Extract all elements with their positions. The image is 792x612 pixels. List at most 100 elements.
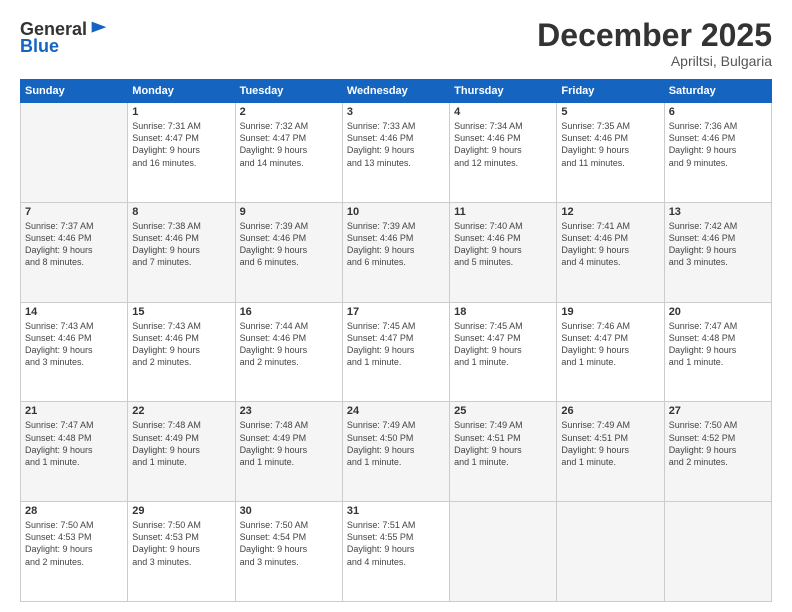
calendar-row: 28 Sunrise: 7:50 AM Sunset: 4:53 PM Dayli…: [21, 502, 772, 602]
day-info: Sunrise: 7:48 AM Sunset: 4:49 PM Dayligh…: [132, 419, 230, 468]
table-cell: 25Sunrise: 7:49 AM Sunset: 4:51 PM Dayli…: [450, 402, 557, 502]
day-number: 26: [561, 405, 659, 417]
table-cell: 31Sunrise: 7:51 AM Sunset: 4:55 PM Dayli…: [342, 502, 449, 602]
day-number: 16: [240, 306, 338, 318]
day-number: 7: [25, 206, 123, 218]
col-friday: Friday: [557, 80, 664, 103]
header-row: Sunday Monday Tuesday Wednesday Thursday…: [21, 80, 772, 103]
day-info: Sunrise: 7:31 AM Sunset: 4:47 PM Dayligh…: [132, 120, 230, 169]
table-cell: 11 Sunrise: 7:40 AM Sunset: 4:46 PM Dayli…: [450, 202, 557, 302]
table-cell: 17 Sunrise: 7:45 AM Sunset: 4:47 PM Dayli…: [342, 302, 449, 402]
month-title: December 2025: [537, 18, 772, 53]
table-cell: 26 Sunrise: 7:49 AM Sunset: 4:51 PM Dayli…: [557, 402, 664, 502]
table-cell: 12 Sunrise: 7:41 AM Sunset: 4:46 PM Dayli…: [557, 202, 664, 302]
logo-blue: Blue: [20, 36, 59, 57]
day-number: 23: [240, 405, 338, 417]
day-number: 22: [132, 405, 230, 417]
table-cell: 8 Sunrise: 7:38 AM Sunset: 4:46 PM Daylig…: [128, 202, 235, 302]
title-block: December 2025 Apriltsi, Bulgaria: [537, 18, 772, 69]
day-info: Sunrise: 7:48 AM Sunset: 4:49 PM Dayligh…: [240, 419, 338, 468]
day-info: Sunrise: 7:39 AM Sunset: 4:46 PM Dayligh…: [347, 220, 445, 269]
day-number: 8: [132, 206, 230, 218]
day-info: Sunrise: 7:50 AM Sunset: 4:53 PM Dayligh…: [132, 519, 230, 568]
table-cell: [664, 502, 771, 602]
day-number: 18: [454, 306, 552, 318]
day-info: Sunrise: 7:36 AM Sunset: 4:46 PM Dayligh…: [669, 120, 767, 169]
table-cell: 6 Sunrise: 7:36 AM Sunset: 4:46 PM Daylig…: [664, 103, 771, 203]
logo: General Blue: [20, 18, 111, 57]
table-cell: 2 Sunrise: 7:32 AM Sunset: 4:47 PM Daylig…: [235, 103, 342, 203]
day-info: Sunrise: 7:33 AM Sunset: 4:46 PM Dayligh…: [347, 120, 445, 169]
day-info: Sunrise: 7:37 AM Sunset: 4:46 PM Dayligh…: [25, 220, 123, 269]
day-number: 17: [347, 306, 445, 318]
day-info: Sunrise: 7:50 AM Sunset: 4:54 PM Dayligh…: [240, 519, 338, 568]
day-number: 3: [347, 106, 445, 118]
calendar-table: Sunday Monday Tuesday Wednesday Thursday…: [20, 79, 772, 602]
day-number: 30: [240, 505, 338, 517]
day-number: 12: [561, 206, 659, 218]
day-info: Sunrise: 7:44 AM Sunset: 4:46 PM Dayligh…: [240, 320, 338, 369]
day-info: Sunrise: 7:42 AM Sunset: 4:46 PM Dayligh…: [669, 220, 767, 269]
day-info: Sunrise: 7:39 AM Sunset: 4:46 PM Dayligh…: [240, 220, 338, 269]
day-number: 20: [669, 306, 767, 318]
day-number: 29: [132, 505, 230, 517]
day-number: 28: [25, 505, 123, 517]
table-cell: 27Sunrise: 7:50 AM Sunset: 4:52 PM Dayli…: [664, 402, 771, 502]
day-info: Sunrise: 7:45 AM Sunset: 4:47 PM Dayligh…: [454, 320, 552, 369]
day-number: 6: [669, 106, 767, 118]
logo-flag-icon: [88, 18, 110, 40]
table-cell: 18 Sunrise: 7:45 AM Sunset: 4:47 PM Dayli…: [450, 302, 557, 402]
day-number: 11: [454, 206, 552, 218]
calendar-row: 7 Sunrise: 7:37 AM Sunset: 4:46 PM Daylig…: [21, 202, 772, 302]
table-cell: 29 Sunrise: 7:50 AM Sunset: 4:53 PM Dayli…: [128, 502, 235, 602]
col-saturday: Saturday: [664, 80, 771, 103]
col-wednesday: Wednesday: [342, 80, 449, 103]
day-number: 5: [561, 106, 659, 118]
day-number: 10: [347, 206, 445, 218]
table-cell: 28 Sunrise: 7:50 AM Sunset: 4:53 PM Dayli…: [21, 502, 128, 602]
table-cell: 16 Sunrise: 7:44 AM Sunset: 4:46 PM Dayli…: [235, 302, 342, 402]
table-cell: 20 Sunrise: 7:47 AM Sunset: 4:48 PM Dayli…: [664, 302, 771, 402]
day-number: 21: [25, 405, 123, 417]
table-cell: [450, 502, 557, 602]
col-sunday: Sunday: [21, 80, 128, 103]
table-cell: 13Sunrise: 7:42 AM Sunset: 4:46 PM Dayli…: [664, 202, 771, 302]
day-number: 25: [454, 405, 552, 417]
table-cell: 5 Sunrise: 7:35 AM Sunset: 4:46 PM Daylig…: [557, 103, 664, 203]
day-number: 27: [669, 405, 767, 417]
table-cell: 4Sunrise: 7:34 AM Sunset: 4:46 PM Daylig…: [450, 103, 557, 203]
table-cell: 7 Sunrise: 7:37 AM Sunset: 4:46 PM Daylig…: [21, 202, 128, 302]
table-cell: 9 Sunrise: 7:39 AM Sunset: 4:46 PM Daylig…: [235, 202, 342, 302]
table-cell: 22 Sunrise: 7:48 AM Sunset: 4:49 PM Dayli…: [128, 402, 235, 502]
col-monday: Monday: [128, 80, 235, 103]
day-number: 24: [347, 405, 445, 417]
day-info: Sunrise: 7:35 AM Sunset: 4:46 PM Dayligh…: [561, 120, 659, 169]
day-info: Sunrise: 7:47 AM Sunset: 4:48 PM Dayligh…: [25, 419, 123, 468]
table-cell: 23 Sunrise: 7:48 AM Sunset: 4:49 PM Dayli…: [235, 402, 342, 502]
day-info: Sunrise: 7:34 AM Sunset: 4:46 PM Dayligh…: [454, 120, 552, 169]
calendar-row: 14Sunrise: 7:43 AM Sunset: 4:46 PM Dayli…: [21, 302, 772, 402]
table-cell: 19Sunrise: 7:46 AM Sunset: 4:47 PM Dayli…: [557, 302, 664, 402]
table-cell: 1 Sunrise: 7:31 AM Sunset: 4:47 PM Daylig…: [128, 103, 235, 203]
day-info: Sunrise: 7:47 AM Sunset: 4:48 PM Dayligh…: [669, 320, 767, 369]
day-info: Sunrise: 7:51 AM Sunset: 4:55 PM Dayligh…: [347, 519, 445, 568]
day-info: Sunrise: 7:43 AM Sunset: 4:46 PM Dayligh…: [25, 320, 123, 369]
day-info: Sunrise: 7:50 AM Sunset: 4:53 PM Dayligh…: [25, 519, 123, 568]
table-cell: [557, 502, 664, 602]
table-cell: 10 Sunrise: 7:39 AM Sunset: 4:46 PM Dayli…: [342, 202, 449, 302]
day-info: Sunrise: 7:40 AM Sunset: 4:46 PM Dayligh…: [454, 220, 552, 269]
day-number: 2: [240, 106, 338, 118]
table-cell: [21, 103, 128, 203]
calendar-row: 21 Sunrise: 7:47 AM Sunset: 4:48 PM Dayli…: [21, 402, 772, 502]
day-info: Sunrise: 7:45 AM Sunset: 4:47 PM Dayligh…: [347, 320, 445, 369]
day-number: 1: [132, 106, 230, 118]
day-info: Sunrise: 7:49 AM Sunset: 4:50 PM Dayligh…: [347, 419, 445, 468]
day-number: 9: [240, 206, 338, 218]
day-info: Sunrise: 7:41 AM Sunset: 4:46 PM Dayligh…: [561, 220, 659, 269]
day-info: Sunrise: 7:38 AM Sunset: 4:46 PM Dayligh…: [132, 220, 230, 269]
table-cell: 21 Sunrise: 7:47 AM Sunset: 4:48 PM Dayli…: [21, 402, 128, 502]
table-cell: 15Sunrise: 7:43 AM Sunset: 4:46 PM Dayli…: [128, 302, 235, 402]
day-info: Sunrise: 7:32 AM Sunset: 4:47 PM Dayligh…: [240, 120, 338, 169]
table-cell: 14Sunrise: 7:43 AM Sunset: 4:46 PM Dayli…: [21, 302, 128, 402]
day-info: Sunrise: 7:49 AM Sunset: 4:51 PM Dayligh…: [561, 419, 659, 468]
